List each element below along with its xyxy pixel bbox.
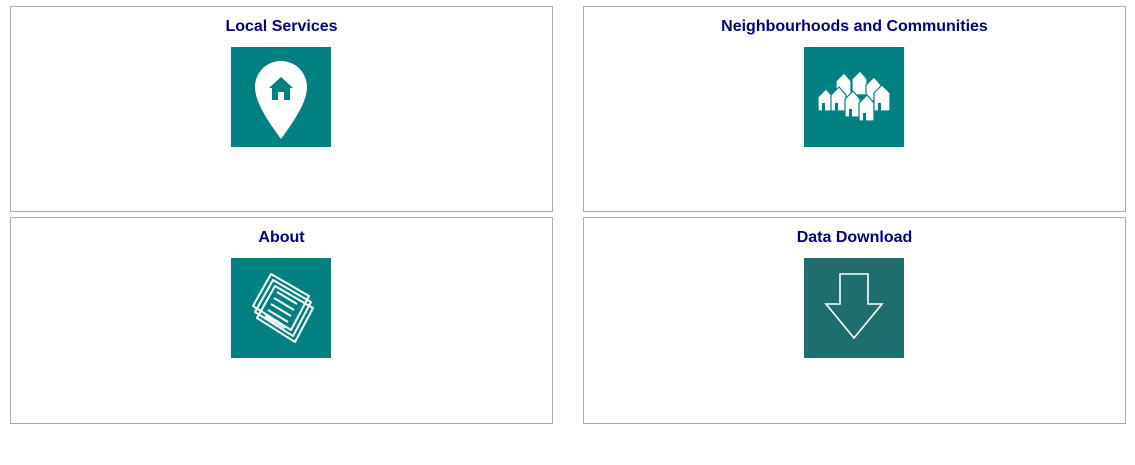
card-data-download[interactable]: Data Download: [583, 217, 1126, 424]
card-local-services[interactable]: Local Services: [10, 6, 553, 212]
tile-local-services[interactable]: [231, 47, 331, 147]
card-neighbourhoods[interactable]: Neighbourhoods and Communities: [583, 6, 1126, 212]
tile-about[interactable]: [231, 258, 331, 358]
download-arrow-icon: [824, 273, 884, 340]
card-title-about: About: [258, 229, 305, 246]
document-pages-icon: [252, 273, 314, 343]
card-title-data-download: Data Download: [796, 229, 913, 246]
card-title-local-services: Local Services: [225, 18, 338, 35]
houses-community-icon: [817, 70, 891, 122]
tile-data-download[interactable]: [804, 258, 904, 358]
map-pin-home-icon: [255, 61, 307, 139]
card-title-neighbourhoods: Neighbourhoods and Communities: [721, 18, 988, 35]
card-about[interactable]: About: [10, 217, 553, 424]
tile-neighbourhoods[interactable]: [804, 47, 904, 147]
